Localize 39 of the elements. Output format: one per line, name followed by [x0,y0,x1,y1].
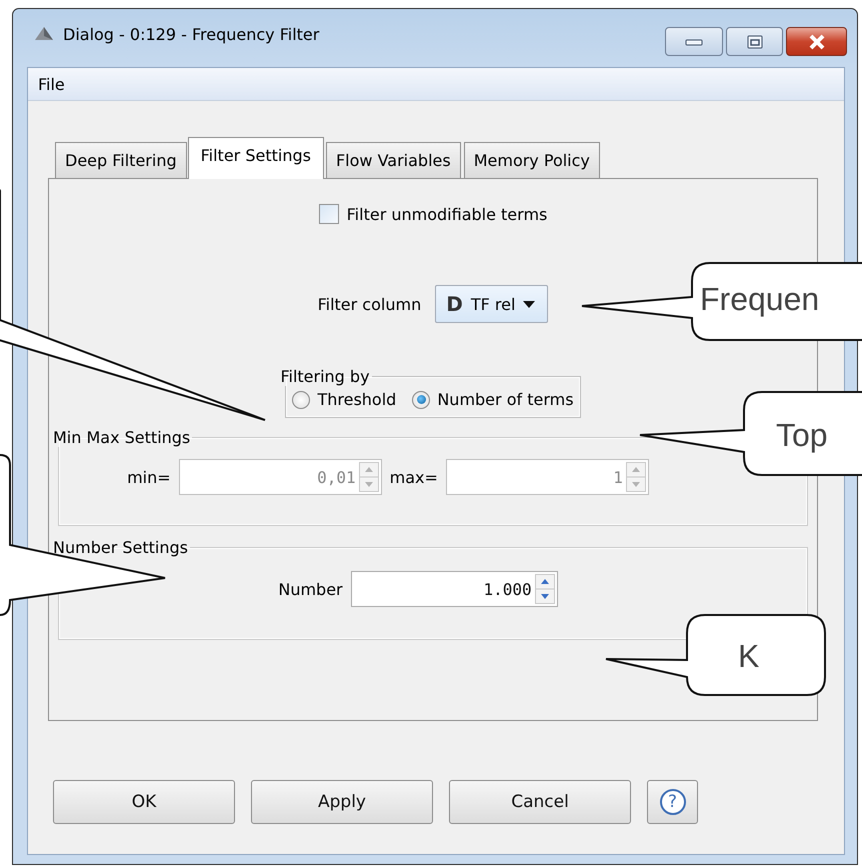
window-title: Dialog - 0:129 - Frequency Filter [63,24,320,44]
dropdown-value: TF rel [470,294,516,314]
dialog-button[interactable]: Apply [251,780,433,824]
checkbox[interactable] [318,204,339,224]
help-button[interactable]: ? [647,780,698,824]
field-label: min= [127,468,171,486]
number-field[interactable]: 1.000 [350,571,558,607]
minimize-button[interactable] [665,27,723,56]
field-label: Filter column [318,294,422,314]
minimize-icon [685,38,703,46]
close-icon [806,34,826,50]
tab[interactable]: Deep Filtering [55,142,187,178]
tab[interactable]: Flow Variables [326,142,461,178]
group-title: Number Settings [52,538,189,557]
maximize-button[interactable] [726,27,783,56]
radio-button[interactable] [412,390,430,408]
field-label: Number [278,580,343,598]
dialog-button[interactable]: Cancel [449,780,631,824]
checkbox-label: Filter unmodifiable terms [346,204,548,224]
dialog-button[interactable]: OK [53,780,235,824]
menu-item[interactable]: File [28,74,75,94]
group-title: Filtering by [279,367,371,386]
callout-text: Top [776,419,828,451]
radio-button[interactable] [292,390,310,408]
caret-icon [523,300,536,308]
radio-label: Number of terms [437,390,574,409]
app-icon [33,26,55,42]
field-label: max= [390,468,438,486]
column-dropdown[interactable]: D TF rel [435,285,548,323]
type-letter: D [446,292,463,316]
callout-text: Frequen [700,283,820,315]
radio-label: Threshold [317,390,396,409]
tab[interactable]: Memory Policy [464,142,600,178]
close-button[interactable] [786,27,847,56]
spinner-icon[interactable] [534,574,555,604]
tab[interactable]: Filter Settings [188,137,324,179]
group-title: Min Max Settings [52,428,192,447]
maximize-icon [746,34,764,48]
callout-text: K [738,640,760,672]
